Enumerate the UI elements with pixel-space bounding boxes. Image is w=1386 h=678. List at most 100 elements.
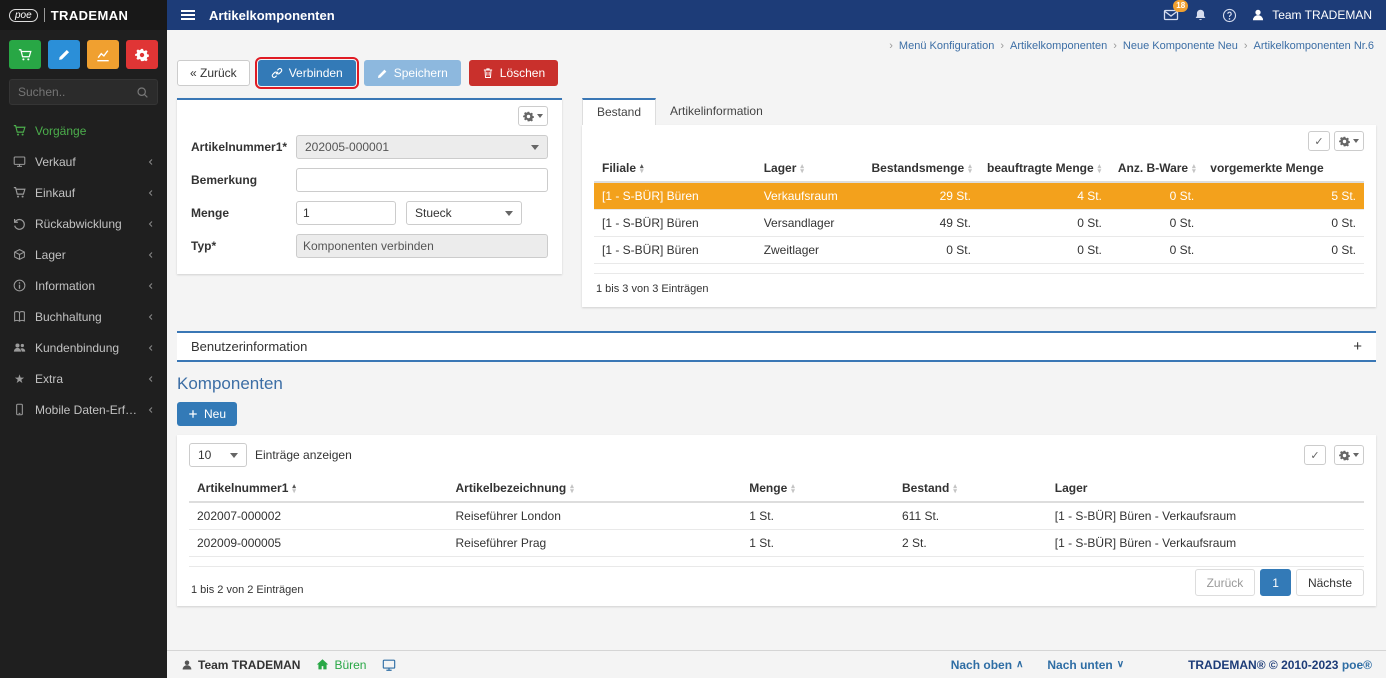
chevron-down-icon: ∨ — [1116, 659, 1125, 670]
expand-icon[interactable]: + — [1353, 339, 1362, 354]
sidebar-search — [9, 79, 158, 105]
box-icon — [12, 248, 27, 261]
tab-artikelinformation[interactable]: Artikelinformation — [656, 98, 777, 125]
pencil-icon — [377, 68, 388, 79]
back-button[interactable]: « Zurück — [177, 60, 250, 86]
sidebar-item-label: Information — [35, 278, 96, 293]
star-icon: ★ — [14, 371, 25, 386]
breadcrumb-item[interactable]: Menü Konfiguration — [899, 40, 994, 52]
column-header-vorgemerkte-menge[interactable]: vorgemerkte Menge — [1202, 155, 1364, 183]
chevron-left-icon — [147, 281, 155, 291]
content: › Menü Konfiguration › Artikelkomponente… — [167, 30, 1386, 650]
benutzerinformation-section[interactable]: Benutzerinformation + — [177, 331, 1376, 362]
sidebar-item-mobile-daten-erfassung[interactable]: Mobile Daten-Erfassung — [0, 394, 167, 425]
nach-unten-link[interactable]: Nach unten ∨ — [1047, 658, 1124, 672]
column-header-lager[interactable]: Lager — [1046, 475, 1364, 503]
gear-icon — [1339, 450, 1350, 461]
quick-settings-button[interactable] — [126, 40, 158, 69]
back-button-label: « Zurück — [190, 66, 237, 80]
sidebar-item-buchhaltung[interactable]: Buchhaltung — [0, 301, 167, 332]
sidebar-item-lager[interactable]: Lager — [0, 239, 167, 270]
chevron-down-icon — [1353, 139, 1359, 143]
column-header-beauftragte-menge[interactable]: beauftragte Menge ▴ ▾ — [978, 155, 1110, 183]
pagination-next-button[interactable]: Nächste — [1295, 569, 1364, 596]
monitor-icon[interactable] — [382, 658, 396, 672]
user-label: Team TRADEMAN — [1272, 8, 1372, 22]
user-menu[interactable]: Team TRADEMAN — [1251, 8, 1372, 22]
quick-stats-button[interactable] — [87, 40, 119, 69]
bemerkung-field[interactable] — [296, 168, 548, 192]
sidebar-item-einkauf[interactable]: Einkauf — [0, 177, 167, 208]
page-size-select[interactable]: 10 — [189, 443, 247, 467]
pagination-page-1[interactable]: 1 — [1260, 569, 1291, 596]
bestand-table: Filiale ▴ ▾ Lager ▴ ▾ Bestandsmenge ▴ ▾ beauft… — [594, 155, 1364, 274]
table-row[interactable]: 202009-000005 Reiseführer Prag 1 St. 2 S… — [189, 529, 1364, 557]
tab-bestand[interactable]: Bestand — [582, 98, 657, 125]
column-header-artikelnummer1[interactable]: Artikelnummer1 ▴ ▾ — [189, 475, 448, 503]
table-row-selected[interactable]: [1 - S-BÜR] Büren Verkaufsraum 29 St. 4 … — [594, 182, 1364, 210]
trash-icon — [482, 67, 494, 79]
nach-oben-link[interactable]: Nach oben ∧ — [951, 658, 1024, 672]
pagination-prev-button[interactable]: Zurück — [1194, 569, 1256, 596]
breadcrumb-item[interactable]: Neue Komponente Neu — [1123, 40, 1238, 52]
table-row[interactable]: [1 - S-BÜR] Büren Versandlager 49 St. 0 … — [594, 209, 1364, 237]
sidebar-item-label: Vorgänge — [35, 123, 87, 138]
column-header-bestand[interactable]: Bestand ▴ ▾ — [894, 475, 1047, 503]
user-icon — [181, 659, 193, 671]
einheit-select[interactable]: Stueck — [406, 201, 522, 225]
column-header-filiale[interactable]: Filiale ▴ ▾ — [594, 155, 756, 183]
artikelnummer-label: Artikelnummer1* — [191, 140, 288, 154]
table-row[interactable]: [1 - S-BÜR] Büren Zweitlager 0 St. 0 St.… — [594, 236, 1364, 264]
artikelnummer-select[interactable]: 202005-000001 — [296, 135, 548, 159]
column-header-artikelbezeichnung[interactable]: Artikelbezeichnung ▴ ▾ — [447, 475, 742, 503]
loeschen-button[interactable]: Löschen — [468, 60, 559, 86]
question-icon — [1222, 8, 1237, 23]
column-header-menge[interactable]: Menge ▴ ▾ — [741, 475, 894, 503]
table-settings-button[interactable] — [1334, 445, 1364, 465]
table-row[interactable]: 202007-000002 Reiseführer London 1 St. 6… — [189, 502, 1364, 530]
table-check-button[interactable]: ✓ — [1304, 445, 1326, 465]
search-icon[interactable] — [136, 86, 157, 99]
bell-icon — [1193, 8, 1208, 23]
app-logo: poe TRADEMAN — [0, 0, 167, 30]
neu-button[interactable]: Neu — [177, 402, 238, 426]
breadcrumb-item[interactable]: Artikelkomponenten — [1010, 40, 1107, 52]
brand-name: TRADEMAN — [50, 7, 129, 23]
verbinden-button[interactable]: Verbinden — [254, 57, 359, 89]
breadcrumb-separator: › — [1113, 40, 1117, 52]
footer-location[interactable]: Büren — [316, 658, 366, 672]
help-button[interactable] — [1222, 8, 1237, 23]
chevron-down-icon — [230, 452, 238, 458]
column-header-anz-b-ware[interactable]: Anz. B-Ware ▴ ▾ — [1109, 155, 1203, 183]
column-header-lager[interactable]: Lager ▴ ▾ — [755, 155, 864, 183]
menge-field[interactable] — [296, 201, 396, 225]
typ-label: Typ* — [191, 239, 217, 253]
info-icon — [12, 279, 27, 292]
plus-icon — [188, 409, 198, 419]
check-icon: ✓ — [1314, 135, 1324, 148]
komponenten-table: Artikelnummer1 ▴ ▾ Artikelbezeichnung ▴ ▾ Me… — [189, 475, 1364, 567]
sidebar-item-information[interactable]: Information — [0, 270, 167, 301]
sidebar-item-verkauf[interactable]: Verkauf — [0, 146, 167, 177]
column-header-bestandsmenge[interactable]: Bestandsmenge ▴ ▾ — [863, 155, 979, 183]
table-row-empty — [594, 263, 1364, 274]
quick-edit-button[interactable] — [48, 40, 80, 69]
table-settings-button[interactable] — [1334, 131, 1364, 151]
mail-button[interactable]: 18 — [1163, 0, 1189, 23]
speichern-button[interactable]: Speichern — [363, 60, 461, 86]
notifications-button[interactable] — [1193, 8, 1208, 23]
sidebar-item-kundenbindung[interactable]: Kundenbindung — [0, 332, 167, 363]
sidebar-item-rueckabwicklung[interactable]: Rückabwicklung — [0, 208, 167, 239]
home-icon — [316, 658, 329, 671]
form-settings-button[interactable] — [518, 106, 548, 126]
table-check-button[interactable]: ✓ — [1308, 131, 1330, 151]
hamburger-menu-icon[interactable] — [181, 10, 195, 20]
footer-user: Team TRADEMAN — [181, 658, 300, 672]
poe-brand: poe® — [1341, 657, 1372, 672]
search-input[interactable] — [10, 85, 136, 99]
sidebar-item-extra[interactable]: ★ Extra — [0, 363, 167, 394]
sidebar-item-vorgaenge[interactable]: Vorgänge — [0, 115, 167, 146]
verbinden-button-label: Verbinden — [288, 66, 343, 80]
chevron-left-icon — [147, 405, 155, 415]
quick-cart-button[interactable] — [9, 40, 41, 69]
